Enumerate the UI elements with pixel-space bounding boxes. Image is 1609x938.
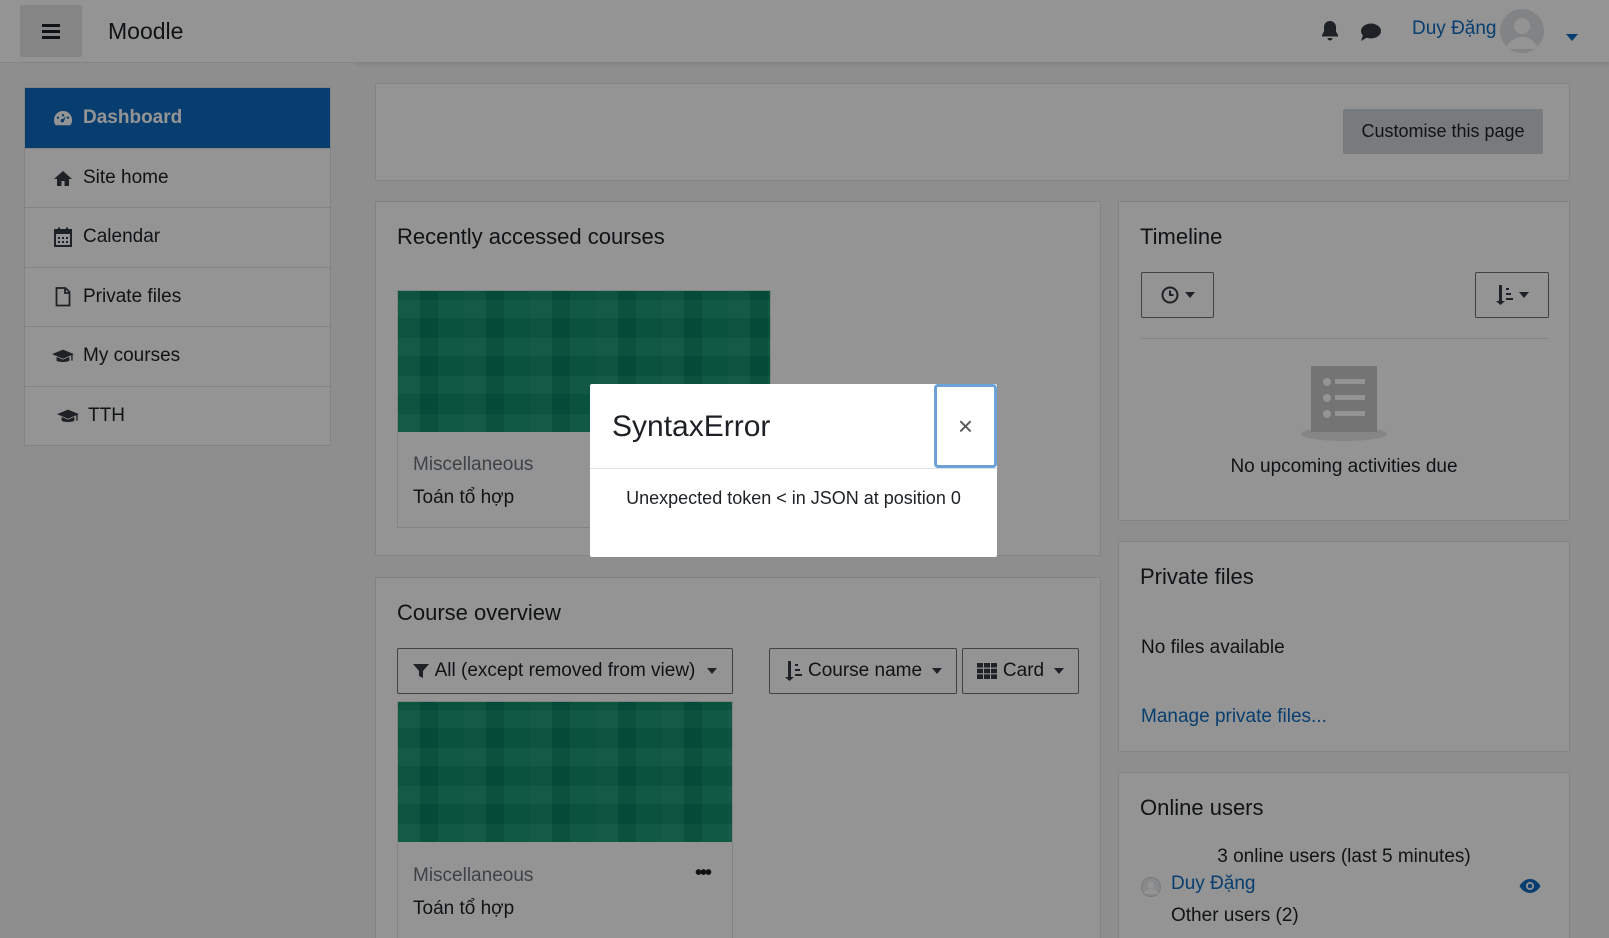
modal-header: SyntaxError × (590, 384, 997, 469)
error-message: Unexpected token < in JSON at position 0 (626, 488, 961, 508)
modal-title: SyntaxError (612, 410, 771, 443)
close-button[interactable]: × (934, 384, 997, 468)
error-dialog: SyntaxError × Unexpected token < in JSON… (590, 384, 997, 557)
close-icon: × (957, 410, 974, 441)
